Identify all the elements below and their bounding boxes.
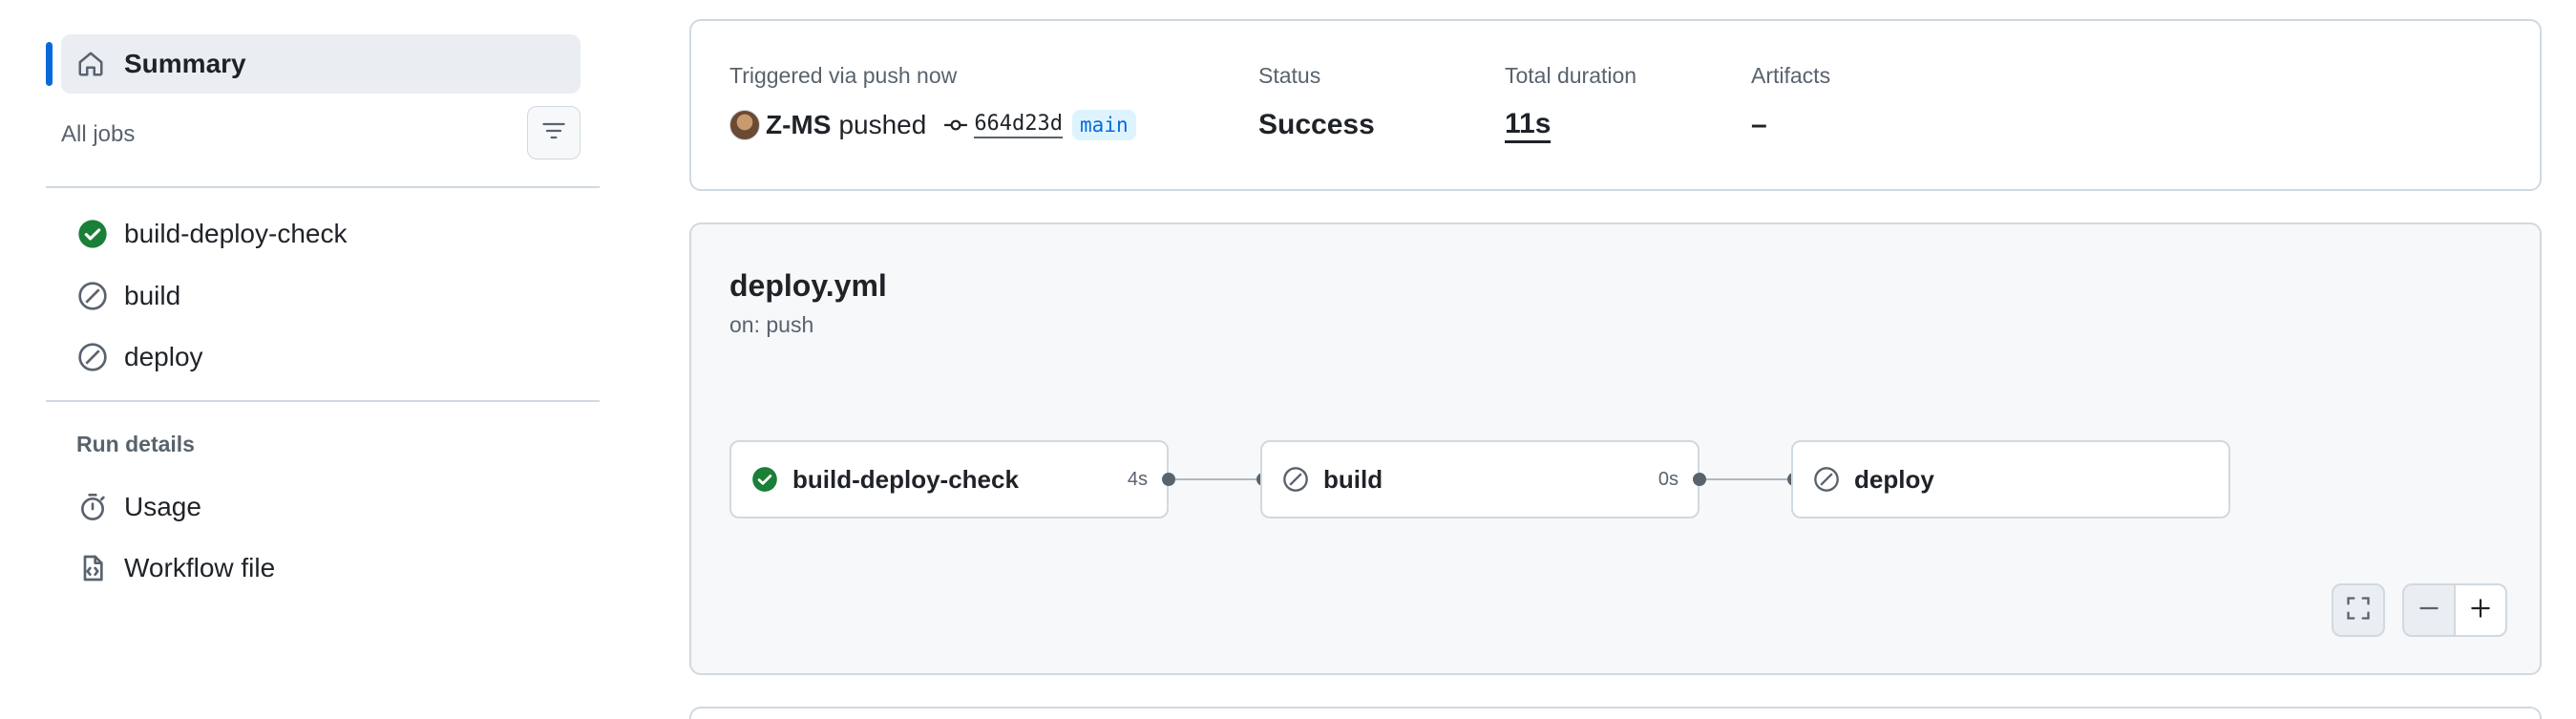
- zoom-in-button[interactable]: [2454, 583, 2507, 637]
- all-jobs-heading: All jobs: [61, 121, 136, 147]
- trigger-label: Triggered via push now: [729, 63, 958, 88]
- artifacts-label: Artifacts: [1751, 63, 1831, 88]
- check-circle-fill-icon: [750, 465, 779, 494]
- zoom-out-button[interactable]: [2402, 583, 2456, 637]
- artifacts-value: –: [1751, 109, 1767, 140]
- branch-badge[interactable]: main: [1072, 110, 1136, 140]
- trigger-details: Z-MS pushed 664d23d main: [729, 106, 1136, 144]
- job-name: build: [1323, 464, 1383, 494]
- skip-icon: [1812, 465, 1841, 494]
- duration-info: Total duration 11s: [1505, 63, 1636, 144]
- sidebar-item-workflow-file[interactable]: Workflow file: [76, 541, 275, 595]
- git-commit-icon: [943, 113, 968, 137]
- sidebar-job-build-deploy-check[interactable]: build-deploy-check: [76, 207, 347, 261]
- active-indicator: [46, 42, 53, 86]
- trigger-info: Triggered via push now Z-MS pushed 664d2…: [729, 63, 1136, 144]
- workflow-title[interactable]: deploy.yml: [729, 268, 887, 304]
- home-icon: [74, 48, 107, 80]
- duration-link[interactable]: 11s: [1505, 108, 1552, 143]
- filter-button[interactable]: [527, 106, 581, 159]
- action-text: pushed: [838, 110, 927, 139]
- check-circle-fill-icon: [76, 218, 109, 250]
- sidebar-item-label: Usage: [124, 492, 201, 521]
- connector-dot: [1693, 473, 1706, 486]
- minus-icon: [2417, 596, 2441, 625]
- filter-icon: [540, 117, 567, 149]
- status-info: Status Success: [1258, 63, 1375, 144]
- skip-icon: [1281, 465, 1310, 494]
- connector-line: [1706, 478, 1788, 480]
- divider: [46, 186, 600, 188]
- sidebar-item-summary[interactable]: Summary: [46, 34, 581, 94]
- graph-job-build[interactable]: build 0s: [1260, 440, 1700, 518]
- sidebar-job-label: build: [124, 281, 181, 310]
- job-name: deploy: [1854, 464, 1934, 494]
- status-value: Success: [1258, 109, 1375, 140]
- stopwatch-icon: [76, 491, 109, 523]
- next-card-edge: [689, 707, 2542, 719]
- duration-label: Total duration: [1505, 63, 1637, 88]
- run-summary-card: Triggered via push now Z-MS pushed 664d2…: [689, 19, 2542, 191]
- run-details-heading: Run details: [76, 432, 195, 456]
- graph-job-build-deploy-check[interactable]: build-deploy-check 4s: [729, 440, 1169, 518]
- fullscreen-button[interactable]: [2332, 583, 2385, 637]
- artifacts-info: Artifacts –: [1751, 63, 1830, 144]
- workflow-graph-card: deploy.yml on: push build-deploy-check 4…: [689, 222, 2542, 675]
- job-name: build-deploy-check: [792, 464, 1019, 494]
- sidebar-item-label: Workflow file: [124, 553, 276, 582]
- sidebar-job-label: deploy: [124, 342, 203, 371]
- job-duration: 4s: [1127, 468, 1148, 490]
- sidebar-item-label: Summary: [124, 49, 246, 78]
- sidebar-job-deploy[interactable]: deploy: [76, 330, 203, 384]
- connector-dot: [1162, 473, 1175, 486]
- fullscreen-icon: [2345, 595, 2372, 626]
- file-code-icon: [76, 552, 109, 584]
- skip-icon: [76, 341, 109, 373]
- avatar[interactable]: [729, 110, 760, 140]
- connector-line: [1175, 478, 1257, 480]
- status-label: Status: [1258, 63, 1321, 88]
- workflow-trigger: on: push: [729, 312, 814, 337]
- sidebar-item-usage[interactable]: Usage: [76, 480, 201, 534]
- graph-job-deploy[interactable]: deploy: [1791, 440, 2230, 518]
- job-duration: 0s: [1658, 468, 1679, 490]
- sidebar: Summary All jobs build-deploy-check buil…: [46, 0, 600, 719]
- plus-icon: [2468, 596, 2493, 625]
- sidebar-job-label: build-deploy-check: [124, 219, 348, 248]
- skip-icon: [76, 280, 109, 312]
- sidebar-job-build[interactable]: build: [76, 269, 180, 323]
- commit-sha-link[interactable]: 664d23d: [974, 112, 1064, 138]
- divider: [46, 400, 600, 402]
- actor-link[interactable]: Z-MS: [766, 110, 831, 140]
